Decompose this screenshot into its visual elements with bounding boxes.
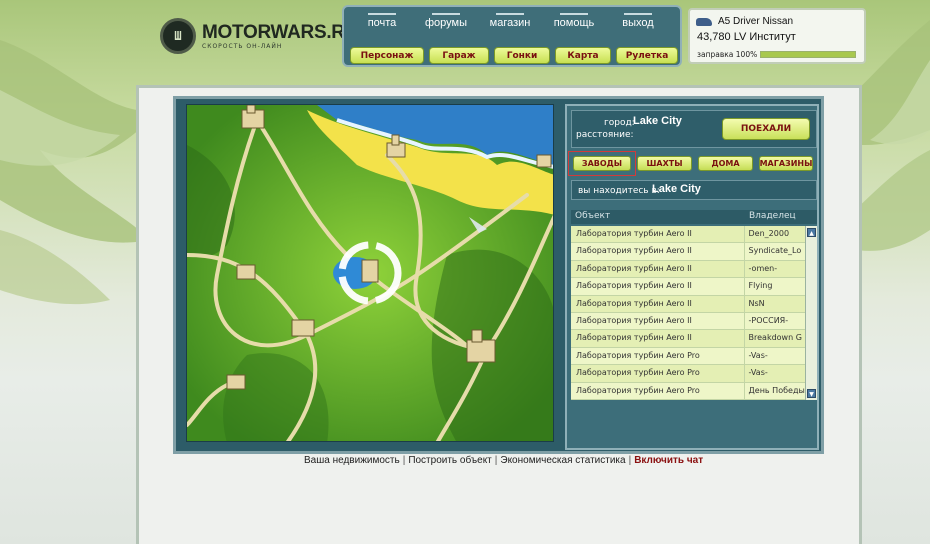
logo-title: MOTORWARS.RU bbox=[202, 21, 359, 43]
footer-separator: | bbox=[402, 455, 406, 466]
object-name: Лаборатория турбин Aero Pro bbox=[571, 365, 745, 382]
object-name: Лаборатория турбин Aero II bbox=[571, 278, 745, 295]
table-row[interactable]: Лаборатория турбин Aero II Den_2000 bbox=[571, 226, 805, 244]
nav-button-character[interactable]: Персонаж bbox=[350, 47, 424, 64]
top-link-mail[interactable]: почта bbox=[350, 11, 414, 29]
table-row[interactable]: Лаборатория турбин Aero Pro -Vas- bbox=[571, 347, 805, 366]
city-label: город: bbox=[604, 118, 635, 128]
object-name: Лаборатория турбин Aero II bbox=[571, 243, 745, 260]
object-name: Лаборатория турбин Aero II bbox=[571, 226, 745, 243]
owner-name: -РОССИЯ- bbox=[748, 315, 789, 325]
owner-name: -Vas- bbox=[748, 350, 768, 360]
top-link-shop[interactable]: магазин bbox=[478, 11, 542, 29]
owner-name: Flying bbox=[748, 281, 773, 291]
table-row[interactable]: Лаборатория турбин Aero II -omen- bbox=[571, 260, 805, 279]
top-navigation: почта форумы магазин помощь выход Персон… bbox=[342, 5, 682, 67]
table-row[interactable]: Лаборатория турбин Aero Pro -Vas- bbox=[571, 365, 805, 383]
objects-table: Лаборатория турбин Aero II Den_2000 Лабора… bbox=[571, 226, 805, 400]
car-icon bbox=[696, 18, 712, 26]
city-value: Lake City bbox=[633, 115, 682, 127]
table-row[interactable]: Лаборатория турбин Aero Pro День Победы bbox=[571, 382, 805, 400]
scroll-up-icon[interactable]: ▲ bbox=[807, 228, 816, 237]
top-link-logout[interactable]: выход bbox=[606, 11, 670, 29]
logo-subtitle: СКОРОСТЬ ОН-ЛАЙН bbox=[202, 42, 283, 50]
table-row[interactable]: Лаборатория турбин Aero II Flying bbox=[571, 278, 805, 296]
scroll-down-icon[interactable]: ▼ bbox=[807, 389, 816, 398]
category-button-factories[interactable]: ЗАВОДЫ bbox=[573, 156, 631, 171]
table-scrollbar[interactable]: ▲ ▼ bbox=[805, 226, 817, 400]
link-economic-stats[interactable]: Экономическая статистика bbox=[500, 455, 625, 466]
owner-name: -Vas- bbox=[748, 368, 768, 378]
nav-button-garage[interactable]: Гараж bbox=[429, 47, 489, 64]
location-value: Lake City bbox=[652, 183, 701, 195]
object-name: Лаборатория турбин Aero Pro bbox=[571, 382, 745, 399]
distance-label: расстояние: bbox=[576, 130, 634, 140]
logo-badge-icon: Ш bbox=[160, 18, 196, 54]
table-row[interactable]: Лаборатория турбин Aero II -РОССИЯ- bbox=[571, 312, 805, 331]
nav-button-map[interactable]: Карта bbox=[555, 47, 611, 64]
object-name: Лаборатория турбин Aero Pro bbox=[571, 347, 745, 365]
site-logo[interactable]: Ш MOTORWARS.RU СКОРОСТЬ ОН-ЛАЙН bbox=[160, 18, 358, 54]
nav-button-roulette[interactable]: Рулетка bbox=[616, 47, 678, 64]
top-link-help[interactable]: помощь bbox=[542, 11, 606, 29]
category-button-houses[interactable]: ДОМА bbox=[698, 156, 753, 171]
footer-separator: | bbox=[494, 455, 498, 466]
go-button[interactable]: ПОЕХАЛИ bbox=[722, 118, 810, 140]
link-my-property[interactable]: Ваша недвижимость bbox=[304, 455, 400, 466]
table-header: Объект Владелец bbox=[571, 210, 817, 224]
column-header-owner: Владелец bbox=[749, 211, 796, 221]
owner-name: -omen- bbox=[748, 263, 778, 273]
table-row[interactable]: Лаборатория турбин Aero II NsN bbox=[571, 295, 805, 313]
table-row[interactable]: Лаборатория турбин Aero II Breakdown G bbox=[571, 330, 805, 348]
city-map-graphic bbox=[187, 105, 553, 441]
object-name: Лаборатория турбин Aero II bbox=[571, 330, 745, 347]
nav-button-races[interactable]: Гонки bbox=[494, 47, 550, 64]
category-button-shops[interactable]: МАГАЗИНЫ bbox=[759, 156, 813, 171]
category-button-mines[interactable]: ШАХТЫ bbox=[637, 156, 692, 171]
footer-separator: | bbox=[628, 455, 632, 466]
owner-name: Syndicate_Lo bbox=[748, 246, 802, 256]
owner-name: День Победы bbox=[748, 385, 805, 395]
fuel-label: заправка 100% bbox=[697, 50, 758, 59]
top-link-forums[interactable]: форумы bbox=[414, 11, 478, 29]
car-name: A5 Driver Nissan bbox=[718, 16, 794, 27]
owner-name: Breakdown G bbox=[748, 333, 802, 343]
owner-name: Den_2000 bbox=[748, 229, 790, 238]
footer-links: Ваша недвижимость | Построить объект | Эконо… bbox=[304, 455, 703, 466]
link-enable-chat[interactable]: Включить чат bbox=[634, 455, 703, 466]
object-name: Лаборатория турбин Aero II bbox=[571, 312, 745, 330]
user-info-box: A5 Driver Nissan 43,780 LV Институт запр… bbox=[688, 8, 866, 64]
fuel-bar bbox=[760, 51, 856, 58]
owner-name: NsN bbox=[748, 298, 765, 308]
location-label: вы находитесь в: bbox=[578, 186, 660, 196]
money-balance: 43,780 LV Институт bbox=[697, 31, 796, 43]
object-name: Лаборатория турбин Aero II bbox=[571, 295, 745, 312]
object-name: Лаборатория турбин Aero II bbox=[571, 260, 745, 278]
city-map[interactable] bbox=[186, 104, 554, 442]
fuel-bar-fill bbox=[761, 52, 855, 57]
link-build-object[interactable]: Построить объект bbox=[408, 455, 491, 466]
column-header-object: Объект bbox=[575, 211, 611, 221]
table-row[interactable]: Лаборатория турбин Aero II Syndicate_Lo bbox=[571, 243, 805, 261]
